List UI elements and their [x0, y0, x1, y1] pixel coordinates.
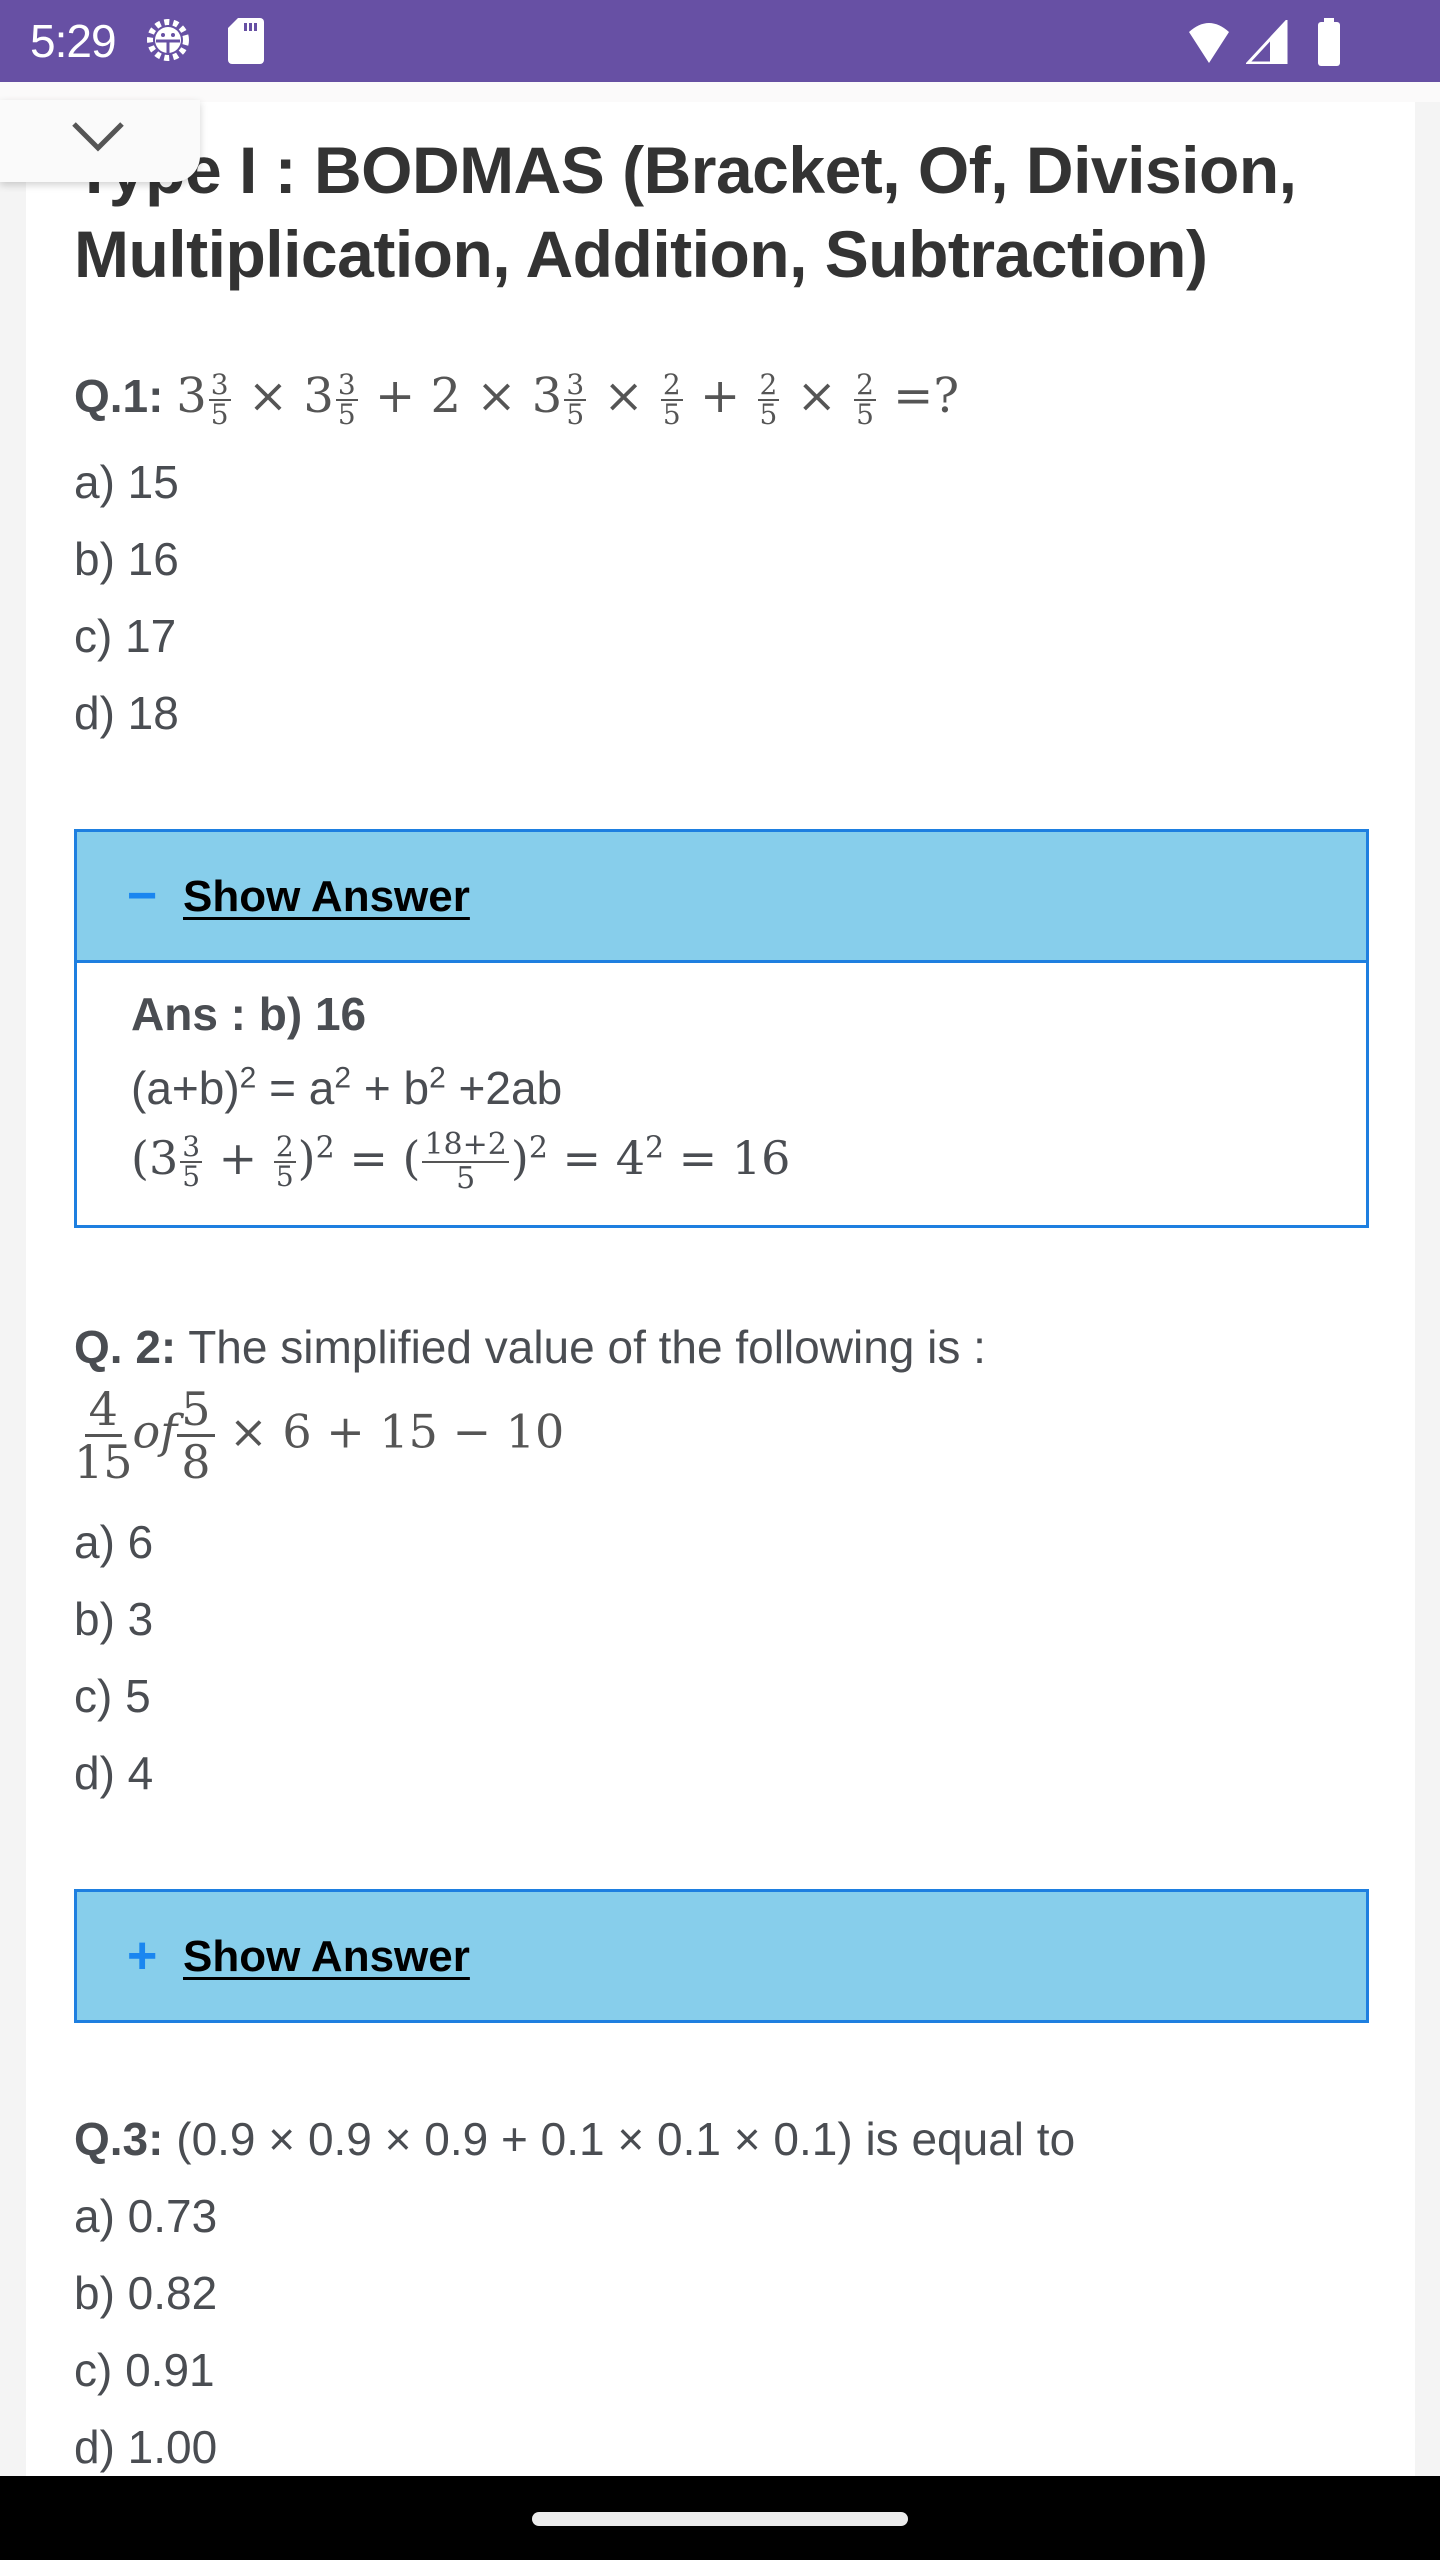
- question-label: Q.3:: [74, 2113, 164, 2165]
- option-a: a) 0.73: [74, 2190, 218, 2242]
- minus-icon: −: [127, 867, 158, 925]
- chevron-down-icon: [72, 122, 124, 152]
- option-c: c) 5: [74, 1670, 151, 1722]
- show-answer-toggle[interactable]: + Show Answer: [77, 1892, 1366, 2020]
- show-answer-link[interactable]: Show Answer: [183, 1930, 470, 1984]
- question-label: Q.1:: [74, 370, 164, 422]
- battery-icon: [1318, 18, 1340, 71]
- question-1: Q.1: 335 × 335 + 2 × 335 × 25 + 25 × 25 …: [74, 368, 959, 429]
- option-d: d) 18: [74, 687, 179, 739]
- question-3: Q.3: (0.9 × 0.9 × 0.9 + 0.1 × 0.1 × 0.1)…: [74, 2112, 1075, 2166]
- option-c: c) 17: [74, 610, 177, 662]
- option-a: a) 15: [74, 456, 179, 508]
- app-bar: [0, 82, 1440, 102]
- option-a: a) 6: [74, 1516, 154, 1568]
- question-label: Q. 2:: [74, 1321, 177, 1373]
- page-title: Type I : BODMAS (Bracket, Of, Division, …: [74, 133, 1297, 291]
- plus-icon: +: [127, 1927, 158, 1985]
- page-gutter: [1415, 102, 1440, 2476]
- show-answer-toggle[interactable]: − Show Answer: [77, 832, 1366, 960]
- option-c: c) 0.91: [74, 2344, 215, 2396]
- status-time: 5:29: [30, 15, 117, 67]
- option-b: b) 16: [74, 533, 179, 585]
- question-expression: 4 15 of 5 8 × 6 + 15 − 10: [74, 1382, 565, 1489]
- answer-accordion-1: − Show Answer Ans : b) 16 (a+b)2 = a2 + …: [74, 829, 1369, 1228]
- debug-settings-icon: [142, 14, 194, 71]
- option-b: b) 0.82: [74, 2267, 218, 2319]
- answer-text: Ans : b) 16: [131, 988, 367, 1040]
- answer-working: (3 3 5 + 2 5)2 = (18+2 5)2 = 42 = 16: [131, 1127, 791, 1196]
- answer-panel: Ans : b) 16 (a+b)2 = a2 + b2 +2ab (3 3 5 +…: [77, 960, 1366, 1225]
- question-text: (0.9 × 0.9 × 0.9 + 0.1 × 0.1 × 0.1) is e…: [176, 2113, 1076, 2165]
- collapse-toolbar-button[interactable]: [0, 100, 200, 182]
- wifi-icon: [1188, 20, 1230, 69]
- home-gesture-handle[interactable]: [532, 2512, 908, 2526]
- question-text: The simplified value of the following is…: [188, 1321, 986, 1373]
- signal-icon: [1244, 18, 1288, 69]
- option-d: d) 4: [74, 1747, 154, 1799]
- question-2: Q. 2: The simplified value of the follow…: [74, 1320, 986, 1374]
- status-bar: 5:29: [0, 0, 1440, 82]
- option-b: b) 3: [74, 1593, 154, 1645]
- sd-card-icon: [228, 18, 264, 69]
- show-answer-link[interactable]: Show Answer: [183, 870, 470, 924]
- answer-formula: (a+b)2 = a2 + b2 +2ab: [131, 1061, 563, 1114]
- answer-accordion-2: + Show Answer: [74, 1889, 1369, 2023]
- navigation-bar: [0, 2476, 1440, 2560]
- option-d: d) 1.00: [74, 2421, 218, 2473]
- question-expression: 335 × 335 + 2 × 335 × 25 + 25 × 25 =?: [176, 367, 960, 431]
